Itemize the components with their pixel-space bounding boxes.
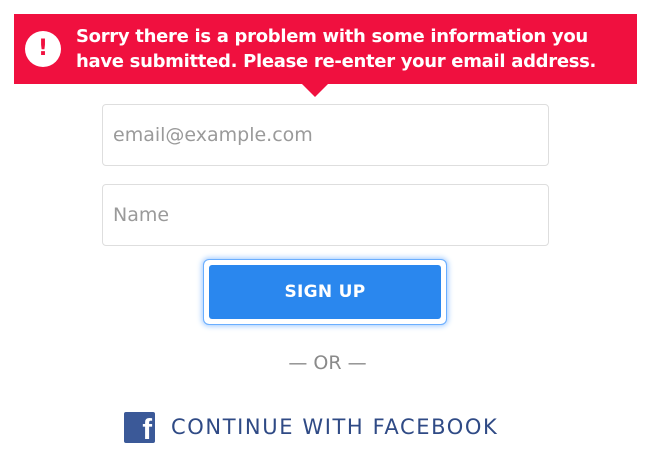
facebook-link-label: CONTINUE WITH FACEBOOK	[171, 415, 499, 439]
email-field[interactable]	[102, 104, 549, 166]
or-divider: — OR —	[288, 352, 367, 374]
error-message: Sorry there is a problem with some infor…	[76, 26, 597, 72]
continue-with-facebook-link[interactable]: f CONTINUE WITH FACEBOOK	[124, 410, 499, 446]
name-field[interactable]	[102, 184, 549, 246]
facebook-icon-glyph: f	[142, 413, 152, 446]
signup-page: ! Sorry there is a problem with some inf…	[0, 0, 655, 460]
facebook-icon: f	[124, 411, 155, 446]
error-banner: ! Sorry there is a problem with some inf…	[14, 14, 637, 84]
signup-focus-ring: SIGN UP	[204, 260, 446, 324]
sign-up-button[interactable]: SIGN UP	[209, 265, 441, 319]
exclamation-icon: !	[25, 31, 61, 67]
error-pointer	[302, 84, 328, 97]
